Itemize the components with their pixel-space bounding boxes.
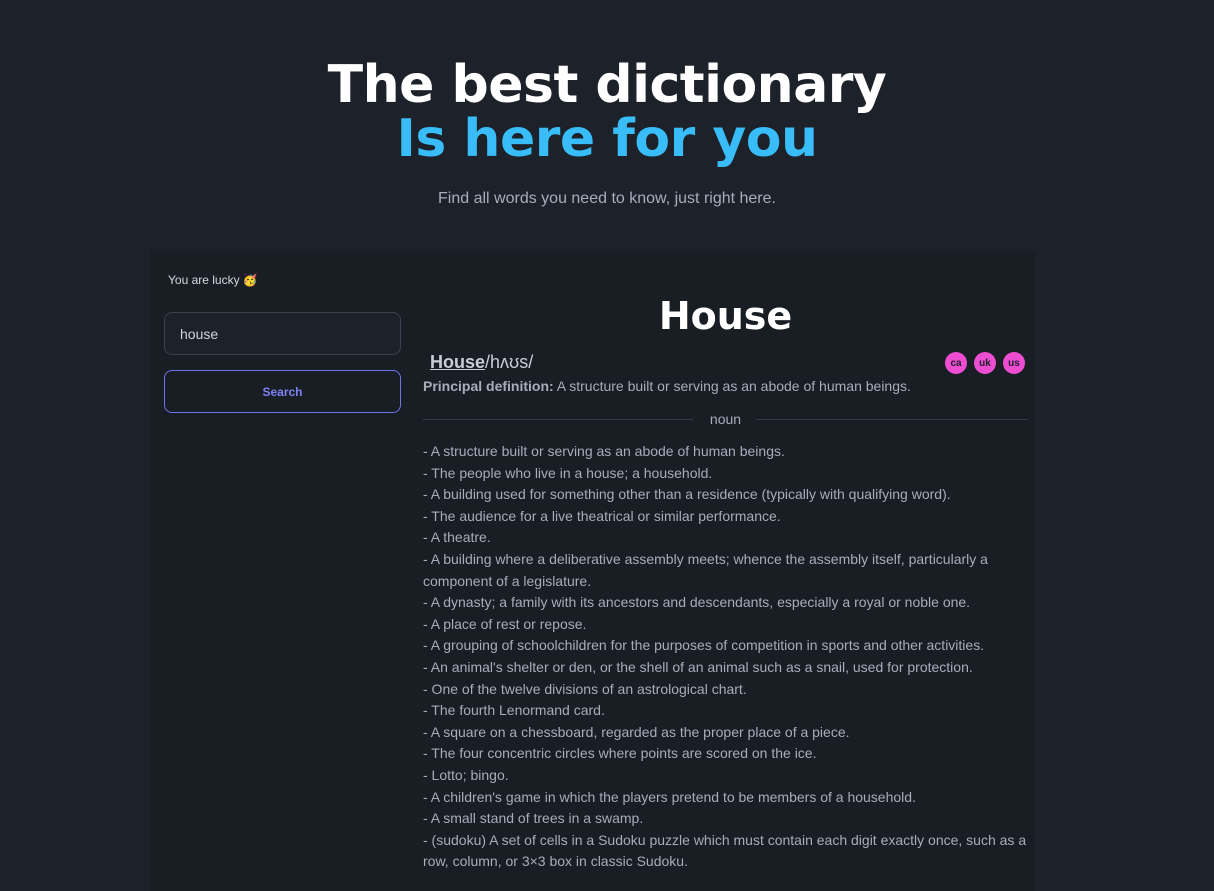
hero-title-line2: Is here for you — [396, 109, 818, 169]
word-heading: House/hʌʊs/ — [430, 352, 533, 373]
hero-title-line1: The best dictionary — [327, 55, 887, 115]
accent-badge-uk[interactable]: uk — [974, 352, 996, 374]
accent-badges: ca uk us — [945, 352, 1025, 374]
dictionary-card: You are lucky 🥳 Search House House/hʌʊs/… — [150, 251, 1035, 891]
phonetic: /hʌʊs/ — [485, 352, 534, 372]
part-of-speech-divider: noun — [423, 411, 1028, 427]
definition-item: - A grouping of schoolchildren for the p… — [423, 637, 985, 654]
lucky-text: You are lucky 🥳 — [168, 273, 258, 287]
principal-definition: Principal definition: A structure built … — [423, 378, 911, 394]
definition-item: - A square on a chessboard, regarded as … — [423, 723, 850, 740]
definition-item: - A place of rest or repose. — [423, 615, 587, 632]
definition-item: - (sudoku) A set of cells in a Sudoku pu… — [423, 831, 1027, 870]
definition-item: - An animal's shelter or den, or the she… — [423, 658, 973, 675]
search-button[interactable]: Search — [164, 370, 401, 413]
definition-item: - A children's game in which the players… — [423, 788, 916, 805]
word-title: House — [658, 294, 793, 338]
search-input[interactable] — [164, 312, 401, 355]
principal-label: Principal definition: — [423, 378, 554, 394]
definition-item: - The people who live in a house; a hous… — [423, 464, 713, 481]
definition-item: - A building used for something other th… — [423, 486, 951, 503]
definition-item: - One of the twelve divisions of an astr… — [423, 680, 747, 697]
hero-subtitle: Find all words you need to know, just ri… — [438, 190, 776, 207]
definition-item: - The audience for a live theatrical or … — [423, 507, 781, 524]
definition-item: - A structure built or serving as an abo… — [423, 443, 785, 459]
principal-text: A structure built or serving as an abode… — [553, 378, 911, 394]
accent-badge-ca[interactable]: ca — [945, 352, 967, 374]
definition-item: - A theatre. — [423, 529, 491, 546]
hero-title: The best dictionary Is here for you — [0, 58, 1214, 166]
definition-item: - A small stand of trees in a swamp. — [423, 810, 644, 827]
divider-line-right — [756, 419, 1028, 420]
hero: The best dictionary Is here for you Find… — [0, 0, 1214, 208]
accent-badge-us[interactable]: us — [1003, 352, 1025, 374]
definition-item: - A building where a deliberative assemb… — [423, 550, 988, 589]
definitions-list: - A structure built or serving as an abo… — [423, 441, 1028, 873]
definition-item: - The fourth Lenormand card. — [423, 702, 605, 719]
definition-item: - A dynasty; a family with its ancestors… — [423, 594, 971, 611]
word-link[interactable]: House — [430, 352, 485, 372]
definition-item: - The four concentric circles where poin… — [423, 745, 817, 762]
definition-item: - Lotto; bingo. — [423, 766, 509, 783]
